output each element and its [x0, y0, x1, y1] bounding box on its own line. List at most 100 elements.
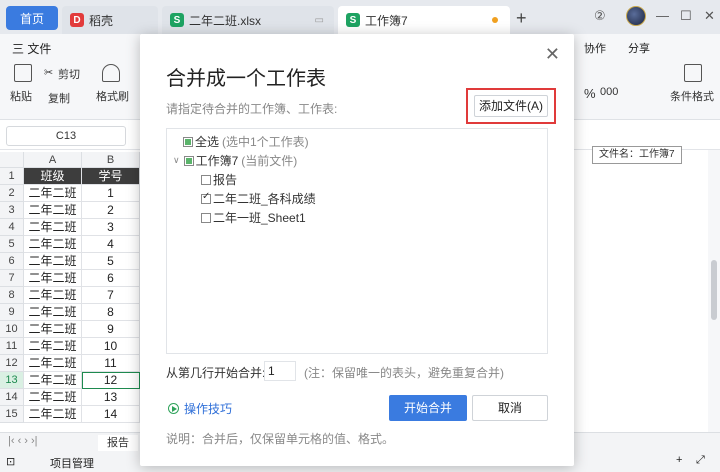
cell-student-id[interactable]: 8: [82, 304, 140, 321]
row-header[interactable]: 14: [0, 389, 24, 406]
fullscreen-icon[interactable]: ⤢: [696, 454, 705, 467]
cell-class[interactable]: 二年二班: [24, 185, 82, 202]
percent-button[interactable]: %: [584, 86, 596, 101]
tab-docer[interactable]: D 稻壳: [62, 6, 158, 34]
workbook-checkbox[interactable]: [183, 155, 194, 166]
close-icon[interactable]: ✕: [545, 44, 560, 65]
tree-workbook[interactable]: ∨ 工作簿7 (当前文件): [173, 152, 297, 169]
cut-icon[interactable]: ✂: [44, 66, 53, 79]
cell-class[interactable]: 二年二班: [24, 304, 82, 321]
name-box[interactable]: C13: [6, 126, 126, 146]
cell-student-id[interactable]: 9: [82, 321, 140, 338]
cell-class[interactable]: 二年二班: [24, 372, 82, 389]
corner-header[interactable]: [0, 152, 24, 168]
cell-class[interactable]: 二年二班: [24, 355, 82, 372]
cell-class[interactable]: 班级: [24, 168, 82, 185]
collaborate-button[interactable]: 协作: [584, 40, 606, 56]
cell-class[interactable]: 二年二班: [24, 389, 82, 406]
row-header[interactable]: 3: [0, 202, 24, 219]
file-menu[interactable]: 三 文件: [12, 40, 51, 57]
scrollbar-thumb[interactable]: [711, 260, 717, 320]
start-row-input[interactable]: 1: [264, 361, 296, 381]
select-all-checkbox[interactable]: [183, 136, 193, 147]
cell-class[interactable]: 二年二班: [24, 270, 82, 287]
column-header-b[interactable]: B: [82, 152, 140, 168]
sheet-tab-report[interactable]: 报告: [98, 435, 138, 451]
cond-format-icon[interactable]: [684, 64, 702, 82]
cell-class[interactable]: 二年二班: [24, 287, 82, 304]
row-header[interactable]: 2: [0, 185, 24, 202]
sheet-checkbox[interactable]: [201, 174, 211, 185]
layout-icon[interactable]: ②: [594, 8, 606, 24]
cell-class[interactable]: 二年二班: [24, 236, 82, 253]
column-header-a[interactable]: A: [24, 152, 82, 168]
cell-class[interactable]: 二年二班: [24, 406, 82, 423]
select-all-note: (选中1个工作表): [222, 135, 309, 149]
cell-class[interactable]: 二年二班: [24, 253, 82, 270]
paste-button[interactable]: 粘贴: [10, 88, 32, 104]
thousands-button[interactable]: 000: [600, 86, 618, 98]
tab-home[interactable]: 首页: [6, 6, 58, 30]
vertical-scrollbar[interactable]: [708, 150, 720, 432]
new-tab-button[interactable]: +: [516, 8, 527, 29]
tree-sheet-sheet1[interactable]: 二年一班_Sheet1: [201, 209, 306, 226]
row-header[interactable]: 1: [0, 168, 24, 185]
tab-workbook7[interactable]: S 工作簿7: [338, 6, 510, 34]
avatar[interactable]: [626, 6, 646, 26]
cell-student-id[interactable]: 7: [82, 287, 140, 304]
row-header[interactable]: 4: [0, 219, 24, 236]
cell-student-id[interactable]: 1: [82, 185, 140, 202]
sheet-checkbox[interactable]: [201, 191, 211, 204]
cell-student-id[interactable]: 10: [82, 338, 140, 355]
cell-class[interactable]: 二年二班: [24, 338, 82, 355]
tree-sheet-scores[interactable]: 二年二班_各科成绩: [201, 190, 316, 207]
project-manage-link[interactable]: 项目管理: [50, 455, 94, 471]
cell-class[interactable]: 二年二班: [24, 321, 82, 338]
row-header[interactable]: 15: [0, 406, 24, 423]
sheet-checkbox[interactable]: [201, 212, 211, 223]
cell-student-id[interactable]: 14: [82, 406, 140, 423]
tree-select-all[interactable]: 全选 (选中1个工作表): [183, 133, 309, 150]
paste-icon[interactable]: [14, 64, 32, 82]
cond-format-button[interactable]: 条件格式: [670, 88, 714, 104]
cell-student-id[interactable]: 2: [82, 202, 140, 219]
tree-sheet-report[interactable]: 报告: [201, 171, 237, 188]
row-header[interactable]: 10: [0, 321, 24, 338]
row-header[interactable]: 11: [0, 338, 24, 355]
format-painter-button[interactable]: 格式刷: [96, 88, 129, 104]
cell-student-id[interactable]: 11: [82, 355, 140, 372]
row-header[interactable]: 7: [0, 270, 24, 287]
row-header[interactable]: 12: [0, 355, 24, 372]
tab-xlsx-file[interactable]: S 二年二班.xlsx ▭: [162, 6, 334, 34]
minimize-icon[interactable]: —: [656, 8, 669, 23]
cut-button[interactable]: 剪切: [58, 66, 80, 82]
cell-student-id[interactable]: 6: [82, 270, 140, 287]
tips-link[interactable]: 操作技巧: [168, 400, 232, 417]
cell-student-id[interactable]: 3: [82, 219, 140, 236]
row-header[interactable]: 6: [0, 253, 24, 270]
copy-button[interactable]: 复制: [48, 90, 70, 106]
merge-sheets-dialog: ✕ 合并成一个工作表 请指定待合并的工作簿、工作表: 添加文件(A) 全选 (选…: [140, 34, 574, 466]
cell-student-id[interactable]: 学号: [82, 168, 140, 185]
cancel-button[interactable]: 取消: [472, 395, 548, 421]
row-header[interactable]: 9: [0, 304, 24, 321]
cell-class[interactable]: 二年二班: [24, 202, 82, 219]
sidebar-toggle-icon[interactable]: ⊡: [6, 455, 15, 468]
cell-student-id[interactable]: 5: [82, 253, 140, 270]
start-merge-button[interactable]: 开始合并: [389, 395, 467, 421]
zoom-in-icon[interactable]: +: [676, 454, 682, 466]
cell-student-id[interactable]: 4: [82, 236, 140, 253]
cell-student-id[interactable]: 12: [82, 372, 140, 389]
row-header[interactable]: 5: [0, 236, 24, 253]
cell-student-id[interactable]: 13: [82, 389, 140, 406]
close-window-icon[interactable]: ✕: [704, 8, 715, 24]
row-header[interactable]: 13: [0, 372, 24, 389]
sheet-nav-icon[interactable]: |‹ ‹ › ›|: [8, 435, 38, 447]
brush-icon[interactable]: [102, 64, 120, 82]
share-button[interactable]: 分享: [628, 40, 650, 56]
cell-class[interactable]: 二年二班: [24, 219, 82, 236]
chevron-down-icon[interactable]: ∨: [173, 155, 180, 166]
add-file-button[interactable]: 添加文件(A): [474, 95, 548, 117]
row-header[interactable]: 8: [0, 287, 24, 304]
maximize-icon[interactable]: ☐: [680, 8, 692, 24]
